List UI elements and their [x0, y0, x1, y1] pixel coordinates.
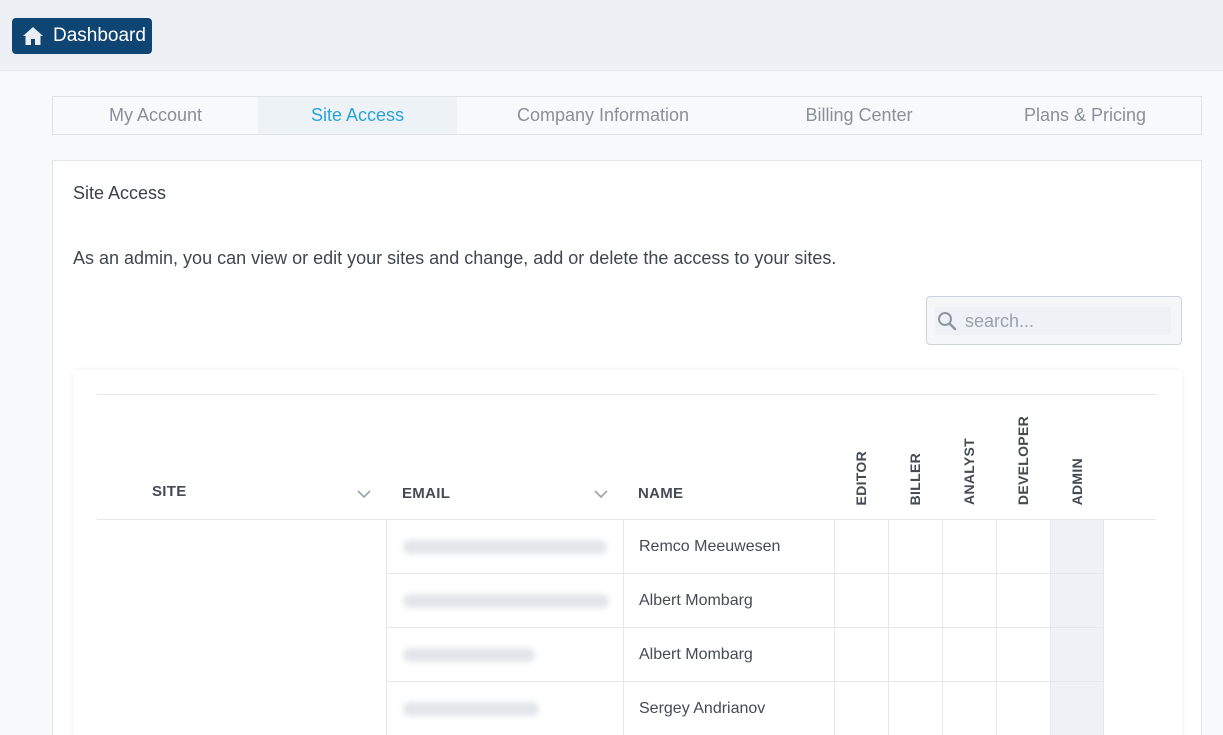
blurred-email: [403, 647, 535, 662]
panel-title: Site Access: [73, 183, 167, 203]
search-input[interactable]: [965, 310, 1155, 332]
developer-cell[interactable]: [996, 628, 1050, 682]
editor-cell[interactable]: [834, 628, 888, 682]
column-header-site: SITE: [152, 483, 187, 500]
biller-cell[interactable]: [888, 682, 942, 735]
dashboard-button[interactable]: Dashboard: [12, 18, 152, 54]
tab-my-account[interactable]: My Account: [53, 97, 258, 134]
table-row: Sergey Andrianov: [97, 682, 1156, 735]
table-row: Remco Meeuwesen: [97, 520, 1156, 574]
column-header-admin: ADMIN: [1069, 457, 1085, 505]
site-cell: [97, 628, 386, 682]
site-cell: [97, 520, 386, 574]
table-row: Albert Mombarg: [97, 574, 1156, 628]
admin-cell[interactable]: [1050, 520, 1104, 574]
developer-cell[interactable]: [996, 682, 1050, 735]
name-cell: Albert Mombarg: [623, 628, 834, 682]
column-header-developer: DEVELOPER: [1015, 415, 1031, 505]
developer-cell[interactable]: [996, 520, 1050, 574]
column-header-biller: BILLER: [907, 452, 923, 505]
analyst-cell[interactable]: [942, 682, 996, 735]
biller-cell[interactable]: [888, 574, 942, 628]
analyst-cell[interactable]: [942, 628, 996, 682]
tab-bar: My Account Site Access Company Informati…: [52, 96, 1202, 135]
column-header-analyst: ANALYST: [961, 438, 977, 505]
site-access-panel: Site Access As an admin, you can view or…: [52, 160, 1202, 735]
blurred-email: [403, 593, 609, 608]
table-header: SITE EMAIL NAME EDITOR BILLER ANALYST DE…: [97, 395, 1156, 520]
admin-cell[interactable]: [1050, 682, 1104, 735]
biller-cell[interactable]: [888, 520, 942, 574]
access-table-card: SITE EMAIL NAME EDITOR BILLER ANALYST DE…: [73, 370, 1182, 735]
access-table: SITE EMAIL NAME EDITOR BILLER ANALYST DE…: [97, 394, 1156, 735]
blurred-email: [403, 539, 607, 554]
blurred-email: [403, 701, 539, 716]
admin-cell[interactable]: [1050, 574, 1104, 628]
name-cell: Remco Meeuwesen: [623, 520, 834, 574]
column-header-editor: EDITOR: [853, 450, 869, 505]
email-cell: [386, 574, 623, 628]
chevron-down-icon[interactable]: [357, 489, 371, 499]
editor-cell[interactable]: [834, 574, 888, 628]
admin-cell[interactable]: [1050, 628, 1104, 682]
main-content: My Account Site Access Company Informati…: [0, 72, 1223, 735]
tab-site-access[interactable]: Site Access: [258, 97, 457, 134]
email-cell: [386, 682, 623, 735]
email-cell: [386, 628, 623, 682]
home-icon: [23, 27, 43, 45]
analyst-cell[interactable]: [942, 574, 996, 628]
search-icon: [938, 312, 957, 331]
editor-cell[interactable]: [834, 520, 888, 574]
top-bar: Dashboard: [0, 0, 1223, 71]
developer-cell[interactable]: [996, 574, 1050, 628]
site-cell: [97, 682, 386, 735]
search-box: [926, 296, 1182, 345]
name-cell: Albert Mombarg: [623, 574, 834, 628]
biller-cell[interactable]: [888, 628, 942, 682]
email-cell: [386, 520, 623, 574]
tab-plans-pricing[interactable]: Plans & Pricing: [969, 97, 1201, 134]
chevron-down-icon[interactable]: [594, 489, 608, 499]
tab-billing-center[interactable]: Billing Center: [749, 97, 969, 134]
dashboard-label: Dashboard: [53, 25, 146, 46]
analyst-cell[interactable]: [942, 520, 996, 574]
panel-description: As an admin, you can view or edit your s…: [73, 248, 837, 268]
table-row: Albert Mombarg: [97, 628, 1156, 682]
column-header-email: EMAIL: [402, 485, 451, 502]
column-header-name: NAME: [638, 485, 684, 502]
editor-cell[interactable]: [834, 682, 888, 735]
tab-company-information[interactable]: Company Information: [457, 97, 749, 134]
site-cell: [97, 574, 386, 628]
name-cell: Sergey Andrianov: [623, 682, 834, 735]
